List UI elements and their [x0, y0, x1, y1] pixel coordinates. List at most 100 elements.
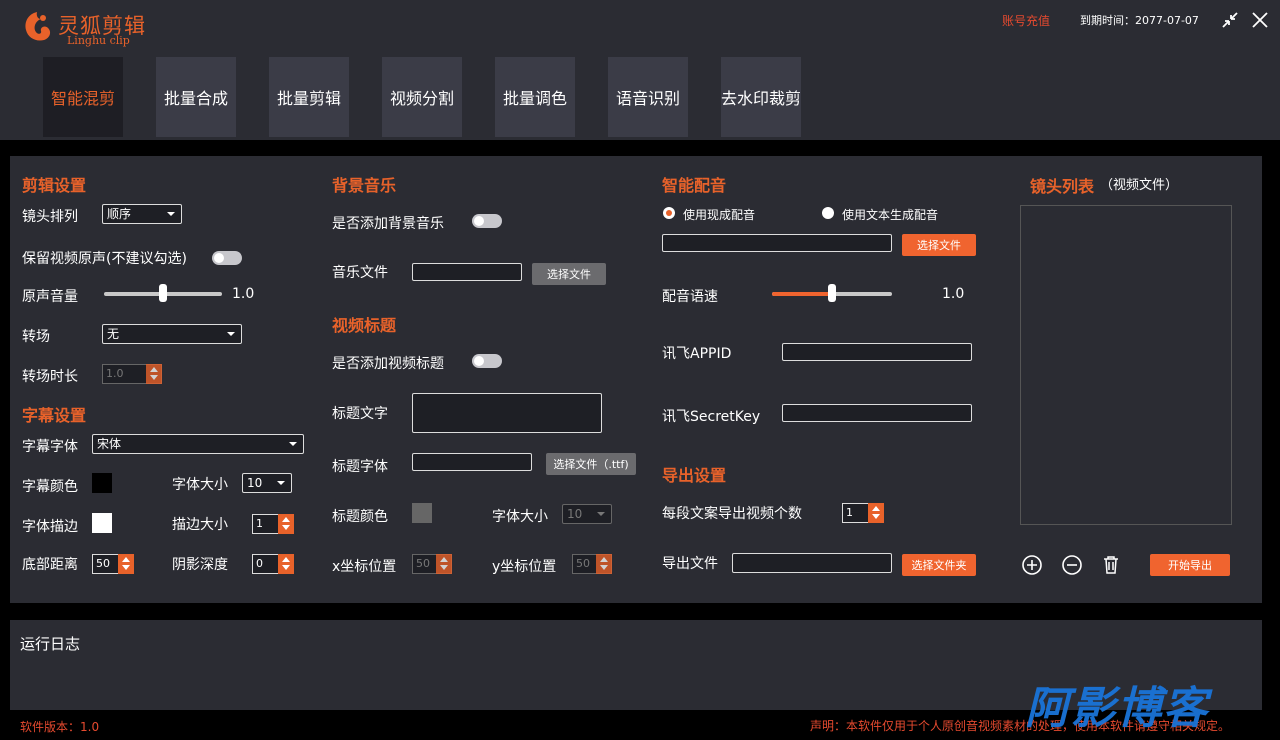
- expiry-date: 到期时间：2077-07-07: [1080, 14, 1199, 27]
- spinner-arrows-icon[interactable]: [868, 503, 884, 523]
- lens-order-select[interactable]: 顺序: [102, 204, 182, 224]
- fox-logo-icon: [25, 12, 51, 41]
- shadow-depth-value: 0: [256, 557, 263, 570]
- title-font-input[interactable]: [412, 453, 532, 471]
- x-position-spinner[interactable]: 50: [412, 554, 452, 574]
- title-color-label: 标题颜色: [332, 509, 388, 525]
- dub-select-button[interactable]: 选择文件: [902, 234, 976, 256]
- title-color-swatch[interactable]: [412, 503, 432, 523]
- shadow-depth-label: 阴影深度: [172, 557, 228, 573]
- export-settings-title: 导出设置: [662, 466, 727, 485]
- secret-key-label: 讯飞SecretKey: [662, 409, 761, 425]
- subtitle-font-select[interactable]: 宋体: [92, 434, 304, 454]
- orig-volume-label: 原声音量: [22, 289, 78, 305]
- bottom-distance-label: 底部距离: [22, 557, 78, 573]
- export-count-value: 1: [846, 506, 853, 519]
- title-text-input[interactable]: [412, 393, 602, 433]
- tab-batch-edit[interactable]: 批量剪辑: [269, 57, 349, 137]
- trash-icon[interactable]: [1100, 554, 1122, 576]
- music-select-button[interactable]: 选择文件: [532, 263, 606, 285]
- keep-audio-label: 保留视频原声(不建议勾选): [22, 251, 187, 267]
- subtitle-size-select[interactable]: 10: [242, 473, 292, 493]
- spinner-arrows-icon[interactable]: [436, 554, 452, 574]
- add-title-label: 是否添加视频标题: [332, 356, 444, 372]
- tab-batch-compose[interactable]: 批量合成: [156, 57, 236, 137]
- stroke-color-swatch[interactable]: [92, 513, 112, 533]
- dubbing-title: 智能配音: [662, 176, 727, 195]
- dub-speed-fill: [772, 292, 832, 296]
- restore-window-icon[interactable]: [1220, 10, 1240, 30]
- spinner-arrows-icon[interactable]: [118, 554, 134, 574]
- export-file-label: 导出文件: [662, 556, 718, 572]
- software-version: 软件版本：1.0: [20, 720, 100, 734]
- export-folder-button[interactable]: 选择文件夹: [902, 554, 976, 576]
- spinner-arrows-icon[interactable]: [146, 364, 162, 384]
- video-title-section: 视频标题: [332, 316, 397, 335]
- stroke-size-label: 描边大小: [172, 517, 228, 533]
- transition-duration-label: 转场时长: [22, 369, 78, 385]
- radio-existing-dub[interactable]: [663, 207, 675, 219]
- y-position-label: y坐标位置: [492, 559, 557, 575]
- music-file-input[interactable]: [412, 263, 522, 281]
- transition-duration-spinner[interactable]: 1.0: [102, 364, 162, 384]
- x-position-label: x坐标位置: [332, 559, 397, 575]
- x-position-value: 50: [416, 557, 430, 570]
- transition-select[interactable]: 无: [102, 324, 242, 344]
- dub-speed-slider[interactable]: [772, 284, 892, 302]
- radio-existing-label: 使用现成配音: [683, 208, 756, 222]
- plus-circle-icon[interactable]: [1021, 554, 1043, 576]
- subtitle-font-label: 字幕字体: [22, 439, 78, 455]
- export-count-spinner[interactable]: 1: [842, 503, 884, 523]
- subtitle-color-swatch[interactable]: [92, 473, 112, 493]
- spinner-arrows-icon[interactable]: [596, 554, 612, 574]
- add-music-label: 是否添加背景音乐: [332, 216, 444, 232]
- export-count-label: 每段文案导出视频个数: [662, 506, 802, 522]
- tab-speech-recognition[interactable]: 语音识别: [608, 57, 688, 137]
- lens-list-title: 镜头列表: [1030, 177, 1095, 196]
- start-export-button[interactable]: 开始导出: [1150, 554, 1230, 576]
- app-subtitle: Linghu clip: [67, 34, 130, 47]
- spinner-arrows-icon[interactable]: [278, 514, 294, 534]
- appid-label: 讯飞APPID: [662, 346, 732, 362]
- tab-watermark-crop[interactable]: 去水印裁剪: [721, 57, 801, 137]
- edit-settings-title: 剪辑设置: [22, 176, 87, 195]
- stroke-size-spinner[interactable]: 1: [252, 514, 294, 534]
- shadow-depth-spinner[interactable]: 0: [252, 554, 294, 574]
- y-position-value: 50: [576, 557, 590, 570]
- dub-speed-thumb[interactable]: [828, 284, 836, 302]
- stroke-label: 字体描边: [22, 519, 78, 535]
- bottom-distance-spinner[interactable]: 50: [92, 554, 134, 574]
- keep-audio-toggle[interactable]: [212, 251, 242, 265]
- tab-video-split[interactable]: 视频分割: [382, 57, 462, 137]
- subtitle-color-label: 字幕颜色: [22, 479, 78, 495]
- bottom-distance-value: 50: [96, 557, 110, 570]
- dub-speed-label: 配音语速: [662, 289, 718, 305]
- tab-smart-mix[interactable]: 智能混剪: [43, 57, 123, 137]
- y-position-spinner[interactable]: 50: [572, 554, 612, 574]
- export-file-input[interactable]: [732, 553, 892, 573]
- lens-order-label: 镜头排列: [22, 209, 78, 225]
- appid-input[interactable]: [782, 343, 972, 361]
- minus-circle-icon[interactable]: [1061, 554, 1083, 576]
- orig-volume-slider[interactable]: [104, 284, 222, 302]
- dub-file-input[interactable]: [662, 234, 892, 252]
- secret-key-input[interactable]: [782, 404, 972, 422]
- radio-tts-dub[interactable]: [822, 207, 834, 219]
- tab-batch-color[interactable]: 批量调色: [495, 57, 575, 137]
- title-size-label: 字体大小: [492, 509, 548, 525]
- title-text-label: 标题文字: [332, 406, 388, 422]
- recharge-link[interactable]: 账号充值: [1002, 12, 1050, 29]
- orig-volume-value: 1.0: [232, 286, 255, 302]
- title-size-select[interactable]: 10: [562, 504, 612, 524]
- transition-label: 转场: [22, 329, 50, 345]
- close-window-icon[interactable]: [1250, 10, 1270, 30]
- orig-volume-thumb[interactable]: [159, 284, 167, 302]
- add-music-toggle[interactable]: [472, 214, 502, 228]
- lens-list-hint: （视频文件）: [1100, 178, 1179, 193]
- dub-speed-value: 1.0: [942, 286, 965, 302]
- title-font-select-button[interactable]: 选择文件（.ttf): [546, 453, 636, 475]
- add-title-toggle[interactable]: [472, 354, 502, 368]
- transition-duration-value: 1.0: [106, 367, 124, 380]
- spinner-arrows-icon[interactable]: [278, 554, 294, 574]
- lens-list-box[interactable]: [1020, 205, 1232, 525]
